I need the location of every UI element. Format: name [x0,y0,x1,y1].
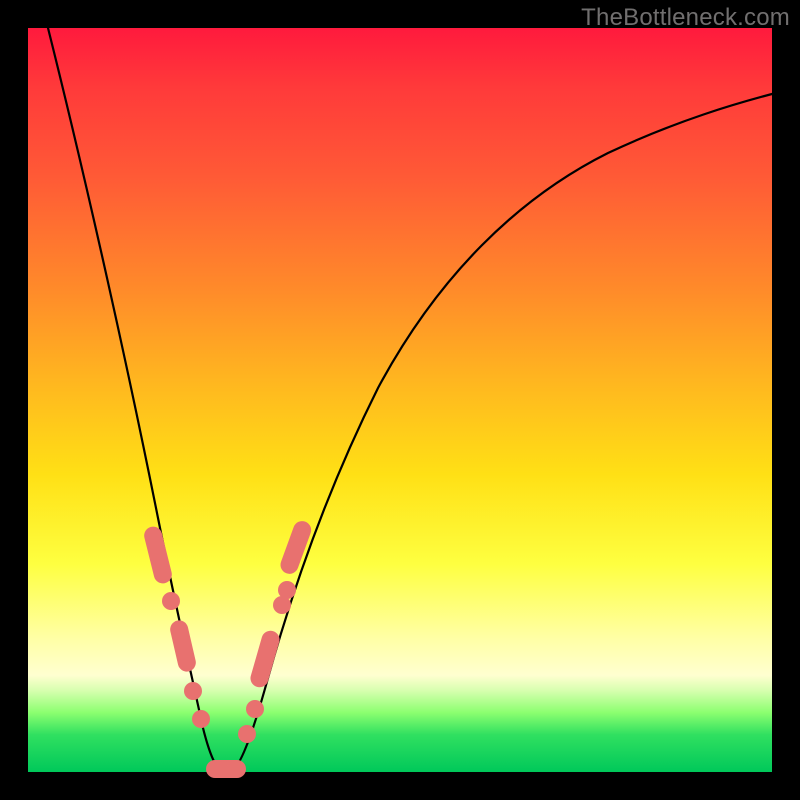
marker-right-dot-4 [278,581,296,599]
curve-layer [28,28,772,772]
watermark-text: TheBottleneck.com [581,4,790,32]
marker-right-dot-1 [238,725,256,743]
plot-area [28,28,772,772]
marker-right-cluster-mid [248,629,281,690]
marker-right-dot-2 [246,700,264,718]
marker-bottom-flat [206,760,246,778]
marker-left-cluster-top [142,525,173,586]
marker-left-cluster-mid [168,619,197,674]
bottleneck-curve [48,28,772,771]
chart-frame: TheBottleneck.com [0,0,800,800]
marker-left-dot-3 [192,710,210,728]
marker-left-dot-2 [184,682,202,700]
marker-left-dot-1 [162,592,180,610]
marker-right-cluster-top [278,519,314,577]
